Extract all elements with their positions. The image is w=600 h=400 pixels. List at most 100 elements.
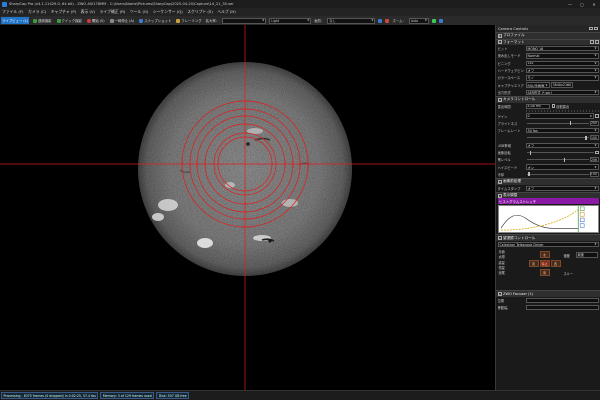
frame-skip-value[interactable]: 100 [589, 135, 599, 141]
section-format-label: フォーマット [503, 39, 525, 44]
record-icon [86, 18, 91, 23]
menu-camera[interactable]: カメラ (C) [28, 9, 46, 15]
telescope-driver-select[interactable]: Celestron Telescope Driver ▼ [497, 241, 599, 248]
capture-area-row: キャプチャエリア ROI/全画面 ▼ 3840x2160 [496, 81, 600, 88]
menu-sequencer[interactable]: シーケンサー (Q) [153, 9, 183, 15]
hardware-bin-select[interactable]: オフ ▼ [525, 67, 599, 74]
live-view-button[interactable]: ライブビュー (L) [1, 17, 29, 24]
settings-icon[interactable] [438, 18, 443, 23]
cooler-slider[interactable] [526, 172, 589, 177]
framerate-select[interactable]: 30 fps ▼ [525, 127, 599, 134]
menu-help[interactable]: ヘルプ (H) [217, 9, 235, 15]
capture-area-value: ROI/全画面 [527, 83, 545, 88]
frame-type-select[interactable]: Light ▼ [269, 17, 312, 24]
west-button[interactable]: 西 [550, 260, 561, 268]
panel-close-icon[interactable] [594, 26, 598, 31]
hardware-bin-label: ハードウェアビン [497, 69, 524, 74]
format-row: カラースペース モノ ▼ [496, 74, 600, 81]
slider-knob[interactable] [529, 150, 532, 155]
usb-label: USB帯域 [497, 143, 511, 148]
usb-select[interactable]: オフ ▼ [525, 142, 599, 148]
menu-live-stack[interactable]: ライブ補正 (R) [100, 9, 126, 15]
minimize-button[interactable]: — [564, 0, 576, 8]
output-format-select[interactable]: SER形式 (*.ser) ▼ [525, 89, 599, 96]
menu-scripting[interactable]: スクリプト (S) [187, 9, 213, 15]
colorspace-select[interactable]: モノ ▼ [525, 75, 599, 81]
capture-area-select[interactable]: ROI/全画面 ▼ [525, 82, 550, 88]
histogram-chart[interactable] [497, 205, 599, 234]
rate-select[interactable]: 最速 [575, 252, 598, 258]
chevron-down-icon: ▼ [594, 54, 597, 58]
tracking-list: 月面 太陽 惑星 恒星 追尾 [499, 249, 505, 275]
hardware-bin-value: オフ [527, 69, 535, 74]
focuser-row: 移動幅 [496, 304, 600, 311]
timestamp-select[interactable]: オフ ▼ [525, 185, 599, 191]
framing-label: フレーミング [181, 19, 202, 23]
quality-select[interactable]: なし ▼ [327, 17, 376, 24]
tracking-item[interactable]: 太陽 [499, 254, 505, 259]
maximize-button[interactable]: ▢ [576, 0, 588, 8]
output-format-value: SER形式 (*.ser) [527, 90, 552, 95]
black-level-row: 黒レベル 256 [496, 156, 600, 163]
focuser-step-input[interactable] [525, 304, 599, 311]
stop-button[interactable]: 停止 [539, 260, 550, 268]
menu-file[interactable]: ファイル (F) [2, 9, 24, 15]
readout-mode-select[interactable]: Normal ▼ [525, 53, 599, 59]
focuser-row: 位置 [496, 297, 600, 304]
menu-tools[interactable]: ツール (O) [130, 9, 149, 15]
brightness-slider[interactable] [526, 121, 589, 126]
toolbar: ライブビュー (L) 連続撮影 クイック撮影 開始 (S) 一時停止 (A) ス… [0, 16, 600, 25]
panel-title: Camera Controls [498, 26, 529, 31]
stretch-icon[interactable] [378, 18, 383, 23]
snapshot-button[interactable]: スナップショット [138, 17, 172, 24]
highspeed-select[interactable]: オン ▼ [525, 164, 599, 170]
pin-icon[interactable] [589, 26, 593, 31]
pause-button[interactable]: 一時停止 (A) [109, 17, 136, 24]
tracking-item[interactable]: 惑星 [499, 260, 505, 265]
exposure-input[interactable]: 4.00 ms [525, 103, 550, 109]
target-icon[interactable] [385, 18, 390, 23]
scale-select[interactable]: ▼ [222, 17, 267, 24]
info-icon[interactable] [594, 40, 599, 45]
black-level-slider[interactable] [526, 157, 589, 162]
framing-button[interactable]: フレーミング [175, 17, 202, 24]
north-button[interactable]: 北 [539, 251, 550, 259]
focuser-position-input[interactable] [525, 297, 599, 303]
framerate-label: フレームレート [497, 129, 521, 134]
readout-mode-value: Normal [527, 53, 540, 58]
east-button[interactable]: 東 [528, 260, 539, 268]
start-capture-button[interactable]: 開始 (S) [86, 17, 106, 24]
brightness-value[interactable]: 200 [589, 120, 599, 126]
tracking-item[interactable]: 追尾 [499, 270, 505, 275]
black-level-value[interactable]: 256 [589, 157, 599, 163]
slider-knob[interactable] [569, 121, 572, 126]
fit-icon[interactable] [431, 18, 436, 23]
timestamp-label: タイムスタンプ [497, 186, 521, 191]
gain-auto-checkbox[interactable] [594, 114, 599, 118]
framing-icon [176, 18, 181, 23]
binning-select[interactable]: 1x1 ▼ [525, 60, 599, 66]
cooler-value[interactable]: 0.00 [589, 171, 599, 177]
frame-skip-slider[interactable] [526, 135, 589, 140]
menu-capture[interactable]: キャプチャ (P) [51, 9, 76, 15]
capture-area-label: キャプチャエリア [497, 83, 524, 88]
slider-knob[interactable] [528, 172, 530, 177]
image-viewer[interactable] [0, 25, 495, 390]
zoom-select[interactable]: Auto ▼ [408, 17, 429, 24]
capture-size-select[interactable]: 3840x2160 [550, 82, 573, 88]
close-button[interactable]: ✕ [588, 0, 600, 8]
gain-select[interactable]: 0 ▼ [525, 113, 594, 119]
flip-checkbox[interactable] [594, 150, 599, 155]
quick-capture-button[interactable]: クイック撮影 [56, 17, 83, 24]
slider-knob[interactable] [585, 135, 587, 140]
south-button[interactable]: 南 [539, 269, 550, 277]
sequence-icon [32, 18, 37, 23]
reset-icon[interactable] [590, 40, 594, 45]
sequence-capture-button[interactable]: 連続撮影 [32, 17, 53, 24]
flip-slider[interactable] [526, 150, 594, 155]
rate-label: 速度 [563, 254, 570, 259]
bitdepth-select[interactable]: MONO 16 ▼ [525, 45, 599, 52]
auto-exposure-checkbox[interactable] [551, 104, 556, 109]
slider-knob[interactable] [563, 157, 566, 162]
menu-view[interactable]: 表示 (V) [81, 9, 95, 15]
